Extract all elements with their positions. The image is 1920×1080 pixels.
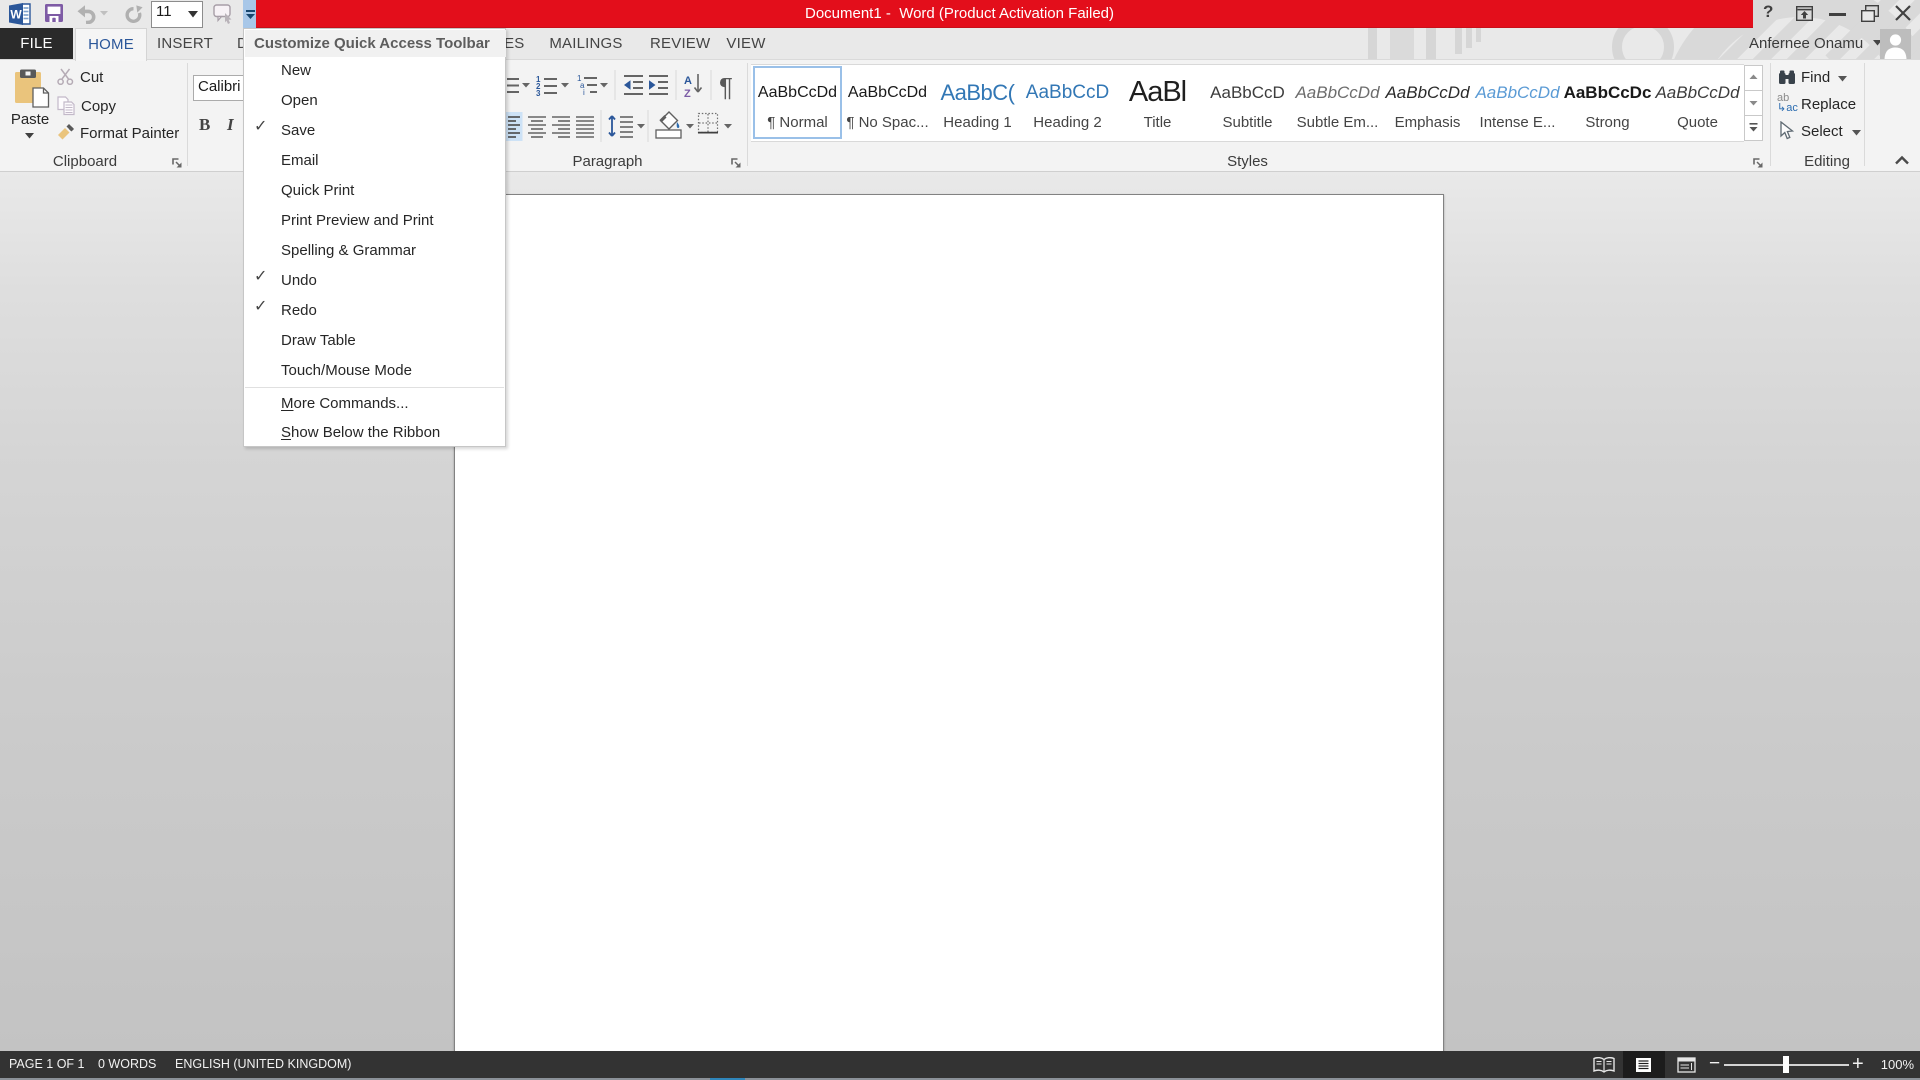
svg-text:3: 3 [536, 89, 541, 98]
svg-text:W: W [10, 8, 22, 22]
svg-text:i: i [583, 88, 585, 97]
svg-text:A: A [684, 75, 692, 87]
svg-text:Z: Z [684, 88, 691, 100]
svg-text:¶: ¶ [719, 72, 733, 102]
